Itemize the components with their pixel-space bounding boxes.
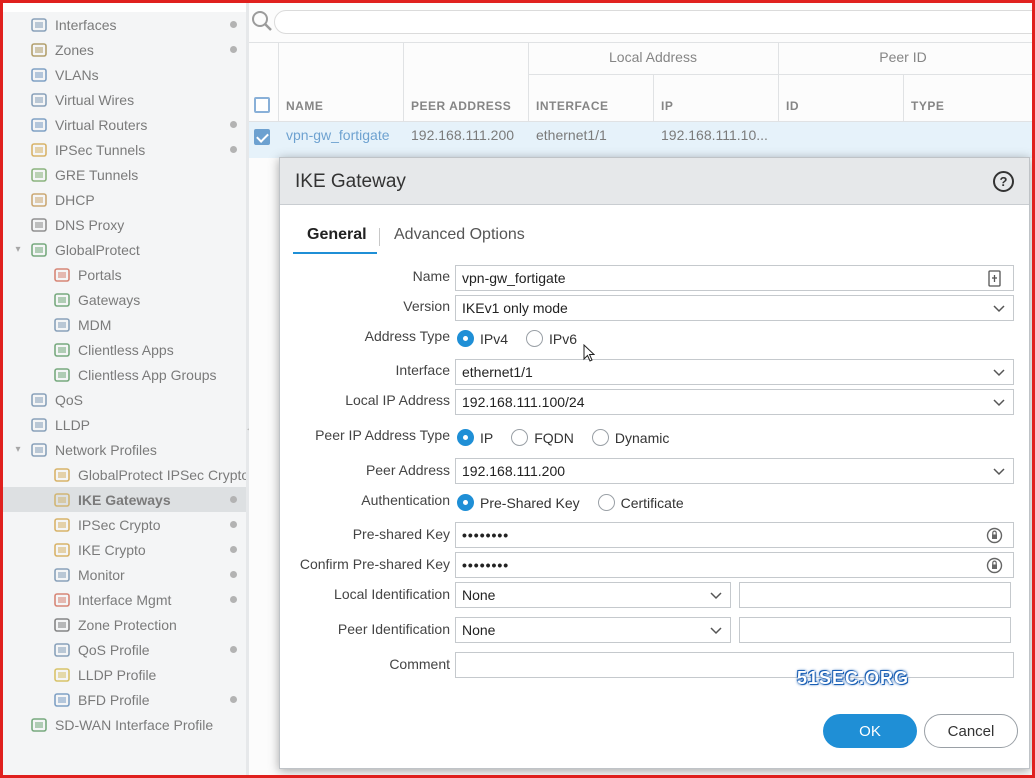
authentication-radio-group: Pre-Shared Key Certificate	[457, 494, 702, 511]
show-password-icon[interactable]	[986, 527, 1003, 544]
radio-certificate[interactable]: Certificate	[597, 494, 684, 511]
label-peer-ip-address-type: Peer IP Address Type	[315, 427, 450, 443]
dialog-title: IKE Gateway	[295, 171, 406, 192]
tab-general[interactable]: General	[307, 226, 367, 244]
address-type-radio-group: IPv4 IPv6	[457, 330, 595, 347]
label-local-identification: Local Identification	[334, 586, 450, 602]
peer-ip-type-radio-group: IP FQDN Dynamic	[457, 429, 687, 446]
chevron-down-icon	[710, 592, 722, 600]
interface-select[interactable]: ethernet1/1	[455, 359, 1014, 385]
peer-identification-value: None	[462, 622, 496, 638]
label-version: Version	[403, 298, 450, 314]
radio-dynamic[interactable]: Dynamic	[591, 429, 670, 446]
chevron-down-icon	[710, 627, 722, 635]
local-ip-address-value: 192.168.111.100/24	[462, 394, 585, 410]
text-entry-icon[interactable]	[986, 270, 1003, 287]
version-select[interactable]: IKEv1 only mode	[455, 295, 1014, 321]
pre-shared-key-input[interactable]: ••••••••	[455, 522, 1014, 548]
label-interface: Interface	[395, 362, 450, 378]
radio-ipv4[interactable]: IPv4	[457, 330, 508, 347]
label-comment: Comment	[389, 656, 450, 672]
name-input-value: vpn-gw_fortigate	[462, 270, 566, 286]
dialog-header: IKE Gateway ?	[280, 158, 1029, 205]
label-confirm-pre-shared-key: Confirm Pre-shared Key	[299, 556, 450, 572]
radio-ipv6-label: IPv6	[549, 330, 578, 347]
local-ip-address-select[interactable]: 192.168.111.100/24	[455, 389, 1014, 415]
label-name: Name	[412, 268, 450, 284]
radio-ipv4-label: IPv4	[480, 330, 509, 347]
label-address-type: Address Type	[364, 328, 450, 344]
radio-fqdn-label: FQDN	[534, 429, 574, 446]
version-select-value: IKEv1 only mode	[462, 300, 568, 316]
local-identification-value: None	[462, 587, 496, 603]
peer-address-value: 192.168.111.200	[462, 463, 566, 479]
radio-certificate-label: Certificate	[620, 494, 684, 511]
chevron-down-icon	[993, 468, 1005, 476]
radio-ipv6[interactable]: IPv6	[526, 330, 577, 347]
chevron-down-icon	[993, 369, 1005, 377]
ok-button[interactable]: OK	[823, 714, 917, 748]
cancel-button[interactable]: Cancel	[924, 714, 1018, 748]
help-icon[interactable]: ?	[993, 171, 1014, 192]
comment-input[interactable]	[455, 652, 1014, 678]
ike-gateway-dialog: IKE Gateway ? General Advanced Options N…	[279, 157, 1030, 769]
name-input[interactable]: vpn-gw_fortigate	[455, 265, 1014, 291]
radio-dynamic-label: Dynamic	[614, 429, 670, 446]
label-local-ip-address: Local IP Address	[345, 392, 450, 408]
interface-select-value: ethernet1/1	[462, 364, 533, 380]
radio-fqdn[interactable]: FQDN	[511, 429, 574, 446]
label-peer-address: Peer Address	[365, 462, 450, 478]
local-identification-select[interactable]: None	[455, 582, 731, 608]
local-identification-value-input[interactable]	[739, 582, 1011, 608]
radio-ip-label: IP	[480, 429, 494, 446]
show-password-icon[interactable]	[986, 557, 1003, 574]
chevron-down-icon	[993, 399, 1005, 407]
radio-pre-shared-key-label: Pre-Shared Key	[480, 494, 580, 511]
peer-identification-value-input[interactable]	[739, 617, 1011, 643]
confirm-pre-shared-key-input[interactable]: ••••••••	[455, 552, 1014, 578]
peer-identification-select[interactable]: None	[455, 617, 731, 643]
chevron-down-icon	[993, 305, 1005, 313]
radio-pre-shared-key[interactable]: Pre-Shared Key	[457, 494, 580, 511]
peer-address-select[interactable]: 192.168.111.200	[455, 458, 1014, 484]
radio-ip[interactable]: IP	[457, 429, 493, 446]
confirm-pre-shared-key-value: ••••••••	[462, 557, 510, 573]
tab-separator	[379, 228, 380, 246]
label-authentication: Authentication	[361, 492, 450, 508]
tab-advanced-options[interactable]: Advanced Options	[394, 226, 525, 244]
pre-shared-key-value: ••••••••	[462, 527, 510, 543]
label-peer-identification: Peer Identification	[337, 621, 450, 637]
watermark-logo: 51SEC.ORG	[797, 668, 910, 688]
mouse-cursor-icon	[583, 344, 595, 362]
active-tab-indicator	[293, 252, 377, 254]
label-pre-shared-key: Pre-shared Key	[352, 526, 450, 542]
